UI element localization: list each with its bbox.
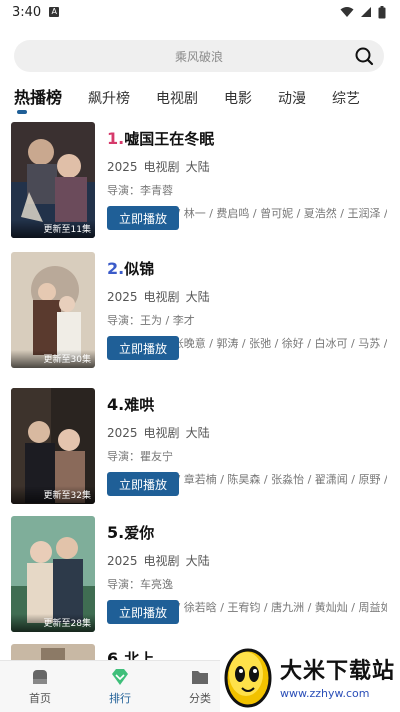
nav-home-label: 首页 [29,692,51,705]
status-left: 3:40 A [12,4,60,20]
watermark-title: 大米下载站 [280,658,396,684]
item-type: 电视剧 [143,554,180,568]
status-right [340,5,386,19]
search-bar[interactable]: 乘风破浪 [14,40,384,72]
item-type: 电视剧 [143,160,180,174]
poster-image[interactable]: 更新至32集 [11,388,95,504]
tab-hot[interactable]: 热播榜 [14,84,62,112]
nav-category-label: 分类 [189,692,211,705]
item-meta: 2025 电视剧 大陆 [107,158,391,175]
list-item[interactable]: 更新至30集 2.似锦 2025 电视剧 大陆 导演：王为 / 李才 主演：景甜 /… [11,248,391,368]
play-button[interactable]: 立即播放 [107,600,179,624]
search-icon[interactable] [354,46,374,66]
episode-badge: 更新至28集 [11,614,95,632]
diamond-icon [112,669,128,685]
poster-image[interactable]: 更新至30集 [11,252,95,368]
nav-ranking-label: 排行 [109,692,131,705]
tab-indicator [17,110,27,114]
tab-tv[interactable]: 电视剧 [156,88,198,112]
tab-rising[interactable]: 飙升榜 [88,88,130,112]
item-title: 嘘国王在冬眠 [124,130,215,148]
watermark: 大米下载站 www.zzhyw.com [220,640,400,712]
item-meta: 2025 电视剧 大陆 [107,552,391,569]
episode-badge: 更新至30集 [11,350,95,368]
rice-mascot-logo [224,648,272,708]
item-region: 大陆 [185,290,210,304]
watermark-url: www.zzhyw.com [280,686,370,700]
play-button[interactable]: 立即播放 [107,336,179,360]
episode-badge: 更新至11集 [11,220,95,238]
item-year: 2025 [107,426,138,440]
poster-image[interactable]: 更新至28集 [11,516,95,632]
wifi-icon [340,7,354,17]
list-item[interactable]: 更新至32集 4.难哄 2025 电视剧 大陆 导演：瞿友宁 主演：白敬亭 / 章若… [11,384,391,504]
rank-number: 1. [107,129,125,148]
item-director: 导演：车亮逸 [107,578,173,591]
item-title-row[interactable]: 1.嘘国王在冬眠 [107,128,391,149]
item-meta: 2025 电视剧 大陆 [107,424,391,441]
signal-icon [361,7,371,17]
tab-variety[interactable]: 综艺 [332,88,360,112]
item-region: 大陆 [185,426,210,440]
poster-image[interactable] [11,644,95,660]
item-title-row[interactable]: 5.爱你 [107,522,391,543]
item-title-row[interactable]: 2.似锦 [107,258,391,279]
notification-a-icon: A [49,7,60,17]
item-meta: 2025 电视剧 大陆 [107,288,391,305]
item-year: 2025 [107,290,138,304]
item-year: 2025 [107,554,138,568]
rank-number: 4. [107,395,125,414]
nav-ranking[interactable]: 排行 [80,661,160,712]
poster-art [11,644,95,660]
rank-number: 2. [107,259,125,278]
rank-number: 6. [107,649,125,660]
battery-icon [378,5,386,18]
play-button[interactable]: 立即播放 [107,472,179,496]
search-input[interactable]: 乘风破浪 [175,48,223,65]
item-title-row[interactable]: 4.难哄 [107,394,391,415]
rank-number: 5. [107,523,125,542]
item-director: 导演：瞿友宁 [107,450,173,463]
item-title: 爱你 [124,524,155,542]
item-title: 似锦 [124,260,155,278]
status-bar: 3:40 A [0,0,400,24]
item-type: 电视剧 [143,290,180,304]
item-director: 导演：王为 / 李才 [107,314,195,327]
watermark-text: 大米下载站 www.zzhyw.com [280,653,395,700]
play-button[interactable]: 立即播放 [107,206,179,230]
item-year: 2025 [107,160,138,174]
list-item[interactable]: 更新至11集 1.嘘国王在冬眠 2025 电视剧 大陆 导演：李青蓉 主演：虞书欣 … [11,118,391,238]
tab-anime[interactable]: 动漫 [278,88,306,112]
home-icon [33,670,47,684]
item-title: 难哄 [124,396,155,414]
item-region: 大陆 [185,160,210,174]
tab-movie[interactable]: 电影 [224,88,252,112]
nav-home[interactable]: 首页 [0,661,80,712]
episode-badge: 更新至32集 [11,486,95,504]
item-region: 大陆 [185,554,210,568]
list-item[interactable]: 更新至28集 5.爱你 2025 电视剧 大陆 导演：车亮逸 主演：张凌赫 / 徐若… [11,512,391,632]
item-director: 导演：李青蓉 [107,184,173,197]
category-tabs: 热播榜 飙升榜 电视剧 电影 动漫 综艺 [14,82,386,112]
status-time: 3:40 [12,4,42,20]
item-type: 电视剧 [143,426,180,440]
item-title: 北上 [124,650,155,660]
poster-image[interactable]: 更新至11集 [11,122,95,238]
folder-icon [192,671,208,684]
